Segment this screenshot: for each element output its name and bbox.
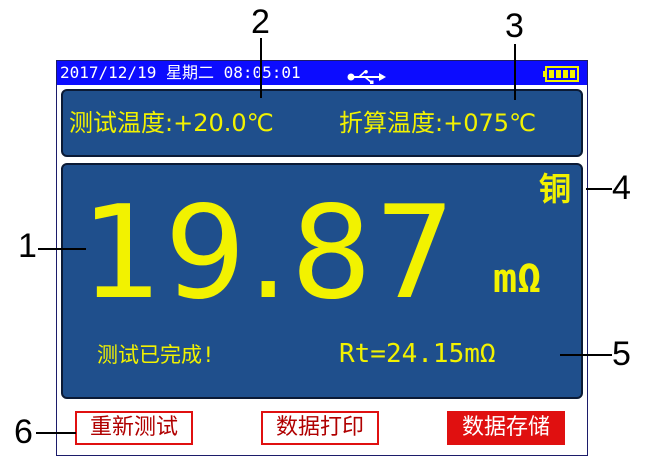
callout-1: 1 xyxy=(18,227,37,265)
device-screen: 2017/12/19 星期二 08:05:01 测试温度:+20.0℃ 折算温度… xyxy=(56,60,588,456)
converted-temperature-label: 折算温度:+075℃ xyxy=(339,109,536,137)
usb-icon xyxy=(347,67,387,91)
temperature-panel: 测试温度:+20.0℃ 折算温度:+075℃ xyxy=(61,89,583,157)
battery-icon xyxy=(543,65,579,89)
callout-5-leader xyxy=(560,354,612,356)
callout-4: 4 xyxy=(612,169,631,207)
store-data-button[interactable]: 数据存储 xyxy=(447,411,565,445)
callout-6-leader xyxy=(36,432,76,434)
retest-button[interactable]: 重新测试 xyxy=(75,411,193,445)
callout-5: 5 xyxy=(612,335,631,373)
material-label: 铜 xyxy=(539,170,572,208)
print-data-button[interactable]: 数据打印 xyxy=(261,411,379,445)
callout-1-leader xyxy=(38,248,86,250)
resistance-value: 19.87 xyxy=(81,179,458,328)
callout-4-leader xyxy=(586,188,612,190)
callout-6: 6 xyxy=(14,413,33,451)
test-temperature-label: 测试温度:+20.0℃ xyxy=(69,109,274,137)
callout-3-leader xyxy=(514,44,516,100)
test-status-message: 测试已完成! xyxy=(97,343,215,367)
rt-value-label: Rt=24.15mΩ xyxy=(339,339,496,369)
callout-2: 2 xyxy=(251,3,270,41)
resistance-unit: mΩ xyxy=(493,256,542,302)
callout-3: 3 xyxy=(505,7,524,45)
datetime-label: 2017/12/19 星期二 08:05:01 xyxy=(60,63,301,82)
status-bar: 2017/12/19 星期二 08:05:01 xyxy=(57,61,587,85)
measurement-panel: 铜 19.87 mΩ 测试已完成! Rt=24.15mΩ xyxy=(61,163,583,399)
callout-2-leader xyxy=(260,38,262,98)
